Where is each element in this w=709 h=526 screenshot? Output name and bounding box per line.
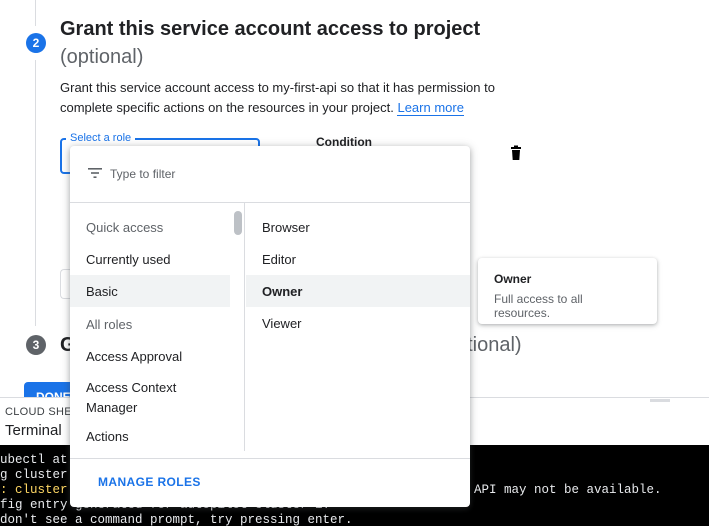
- learn-more-link[interactable]: Learn more: [397, 100, 464, 116]
- manage-roles-button[interactable]: MANAGE ROLES: [98, 475, 201, 489]
- step-2-description: Grant this service account access to my-…: [60, 78, 520, 118]
- terminal-line: ubectl at: [0, 453, 68, 467]
- tooltip-description: Full access to all resources.: [494, 292, 583, 320]
- role-item-editor[interactable]: Editor: [246, 243, 470, 275]
- list-header-all-roles: All roles: [86, 316, 133, 332]
- role-tooltip-card: Owner Full access to all resources.: [478, 258, 657, 324]
- role-item-browser[interactable]: Browser: [246, 211, 470, 243]
- step-3-badge: 3: [26, 335, 46, 355]
- terminal-line: : cluster: [0, 483, 68, 497]
- list-header-quick-access: Quick access: [86, 219, 164, 235]
- filter-input[interactable]: [110, 164, 450, 184]
- role-item-owner[interactable]: Owner: [246, 275, 470, 307]
- list-item-access-context-manager[interactable]: Access Context Manager: [70, 376, 220, 420]
- step-connector-top: [35, 0, 36, 26]
- terminal-tab[interactable]: Terminal: [5, 422, 62, 439]
- cloud-shell-label: CLOUD SHEL: [5, 406, 79, 418]
- role-list: Browser Editor Owner Viewer: [246, 203, 470, 451]
- step-2-subtitle: (optional): [60, 46, 144, 68]
- step-connector-2: [35, 60, 36, 326]
- step-2-title: Grant this service account access to pro…: [60, 18, 481, 40]
- list-item-currently-used[interactable]: Currently used: [70, 243, 230, 275]
- list-item-basic[interactable]: Basic: [70, 275, 230, 307]
- terminal-line: don't see a command prompt, try pressing…: [0, 513, 353, 526]
- terminal-line: g cluster: [0, 468, 68, 482]
- terminal-line-tail: API may not be available.: [474, 483, 662, 497]
- filter-row: [70, 146, 470, 203]
- role-item-viewer[interactable]: Viewer: [246, 307, 470, 339]
- scrollbar[interactable]: [234, 211, 242, 235]
- step-2-badge: 2: [26, 33, 46, 53]
- tooltip-title: Owner: [494, 272, 532, 286]
- filter-list-icon: [88, 168, 102, 178]
- role-category-list: Quick access Currently used Basic All ro…: [70, 203, 245, 451]
- dropdown-footer: MANAGE ROLES: [70, 458, 470, 507]
- trash-icon[interactable]: [508, 145, 524, 161]
- resize-handle[interactable]: [650, 399, 670, 402]
- list-item-access-approval[interactable]: Access Approval: [70, 340, 230, 372]
- role-dropdown: Quick access Currently used Basic All ro…: [70, 146, 470, 507]
- select-role-label: Select a role: [66, 132, 136, 144]
- list-item-actions[interactable]: Actions: [70, 420, 230, 452]
